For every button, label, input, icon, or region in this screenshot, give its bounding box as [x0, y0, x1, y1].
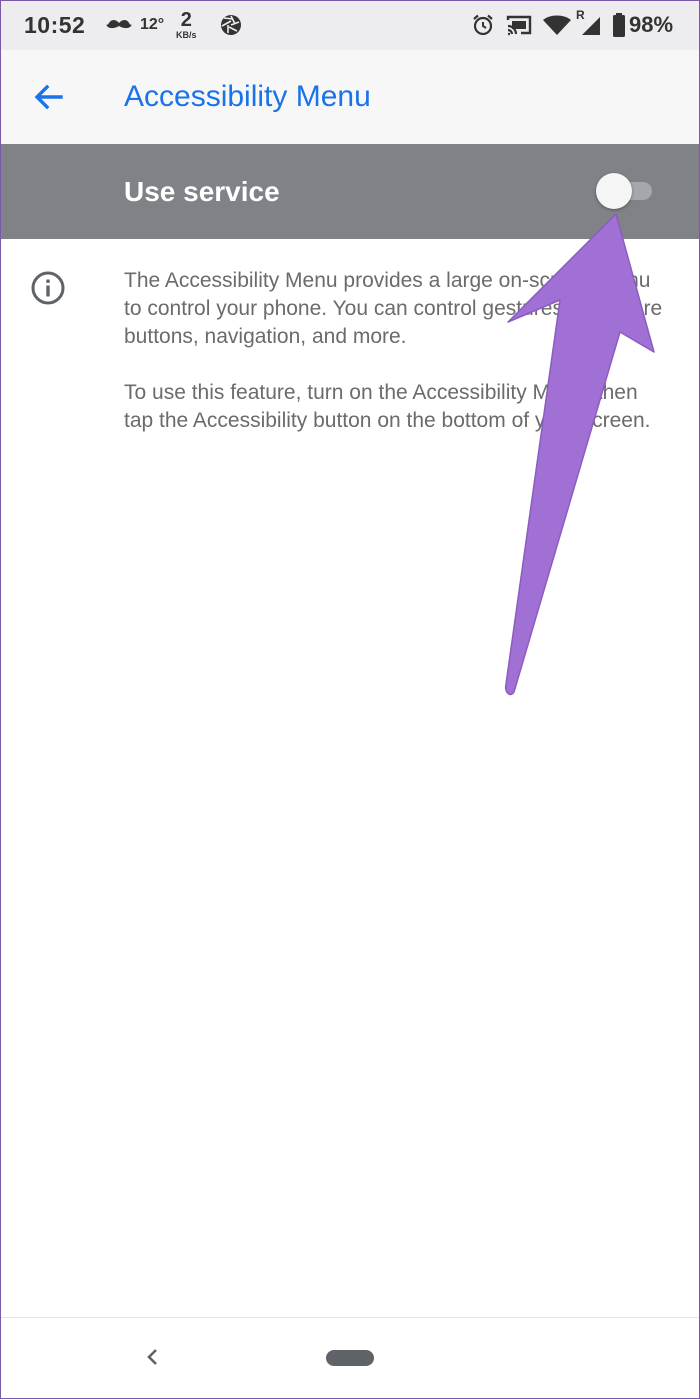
network-speed-value: 2	[180, 9, 192, 31]
wifi-icon	[542, 0, 572, 50]
home-pill-icon[interactable]	[326, 1350, 374, 1366]
battery-icon	[612, 0, 626, 50]
status-temperature: 12°	[140, 16, 165, 33]
mustache-icon	[106, 0, 132, 50]
aperture-icon	[219, 0, 243, 50]
network-speed: 2 KB/s	[176, 0, 197, 50]
info-icon	[30, 270, 66, 306]
status-bar: 10:52 12° 2 KB/s R 98%	[0, 0, 700, 50]
cast-icon	[506, 0, 532, 50]
description-paragraph: The Accessibility Menu provides a large …	[124, 269, 663, 348]
nav-back-icon[interactable]	[140, 1344, 164, 1370]
network-speed-unit: KB/s	[176, 30, 197, 40]
use-service-label: Use service	[124, 176, 280, 207]
alarm-icon	[471, 0, 495, 50]
back-arrow-icon[interactable]	[30, 79, 66, 115]
use-service-toggle[interactable]	[596, 173, 660, 209]
battery-percent: 98%	[629, 12, 674, 37]
navigation-bar	[0, 1317, 700, 1400]
app-bar: Accessibility Menu	[0, 50, 700, 145]
status-time: 10:52	[24, 11, 86, 38]
use-service-row[interactable]: Use service	[0, 144, 700, 239]
page-title: Accessibility Menu	[124, 80, 371, 113]
cell-signal-icon	[580, 0, 602, 50]
description-paragraph: To use this feature, turn on the Accessi…	[124, 381, 651, 432]
description: The Accessibility Menu provides a large …	[124, 267, 664, 463]
toggle-thumb	[596, 173, 632, 209]
